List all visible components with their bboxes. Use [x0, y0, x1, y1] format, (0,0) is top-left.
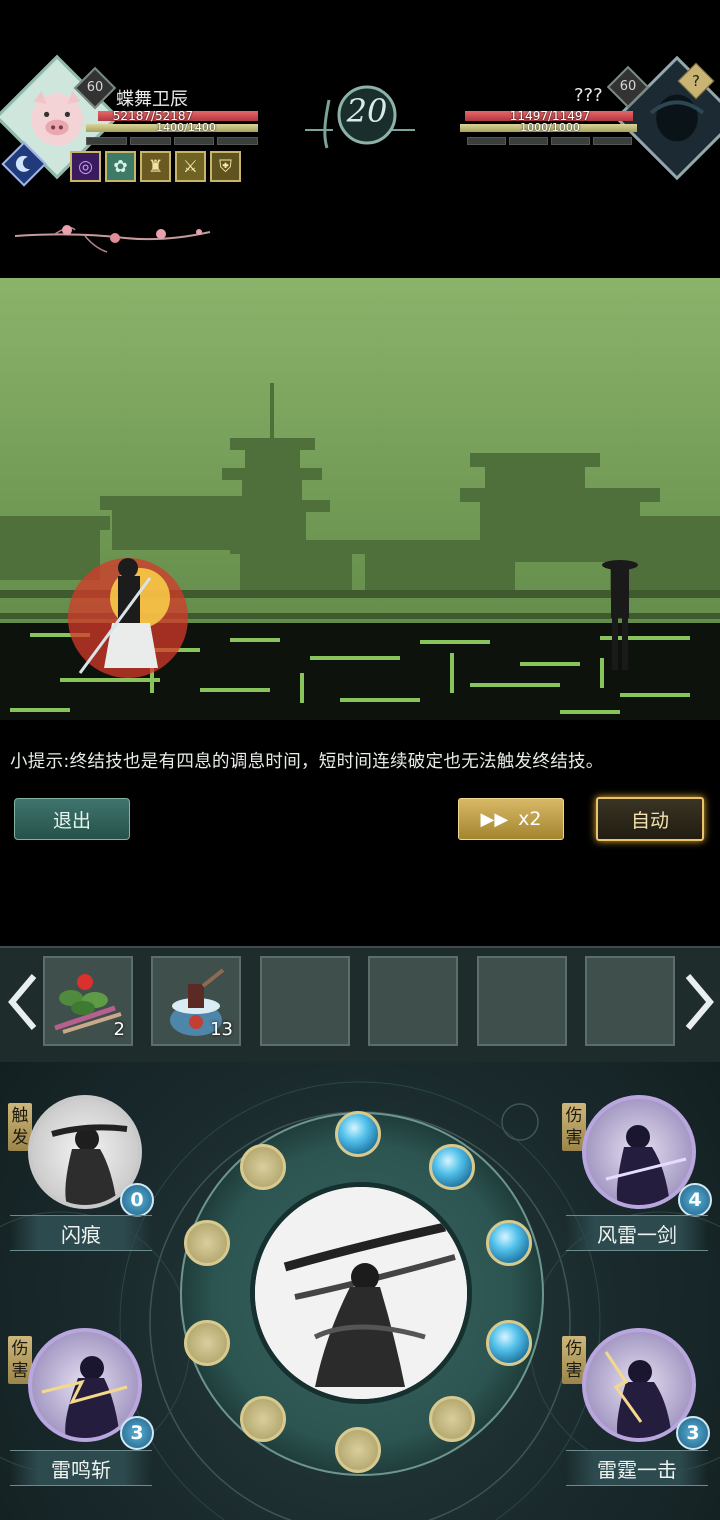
player-buffs: ◎ ✿ ♜ ⚔ ⛨ [70, 151, 241, 182]
lotus-icon[interactable]: ✿ [105, 151, 136, 182]
item-slot[interactable]: 13 [151, 956, 241, 1046]
shield-icon[interactable]: ⛨ [210, 151, 241, 182]
energy-orb-empty [429, 1396, 475, 1442]
skill-slot-bottom-right[interactable]: 伤害 3 雷霆一击 [560, 1328, 720, 1488]
figure-icon[interactable]: ♜ [140, 151, 171, 182]
item-count: 13 [210, 1019, 233, 1040]
player-hud: 60 蝶舞卫辰 52187/52187 1400/1400 ◎ ✿ ♜ ⚔ ⛨ [0, 54, 300, 190]
exit-button-label: 退出 [52, 809, 91, 832]
enemy-hp-text: 11497/11497 [509, 109, 591, 123]
item-count: 2 [113, 1019, 125, 1040]
energy-orb-empty [184, 1320, 230, 1366]
thunder-strike-icon [604, 1351, 672, 1438]
ink-swordsman-purple-icon [605, 1125, 687, 1205]
battle-tip: 小提示:终结技也是有四息的调息时间，短时间连续破定也无法触发终结技。 [10, 752, 604, 772]
fast-forward-icon: ▶▶ [480, 808, 509, 830]
round-number: 20 [346, 92, 388, 130]
ink-swordsman-icon [255, 1187, 467, 1399]
sword-icon[interactable]: ⚔ [175, 151, 206, 182]
energy-orb-empty [335, 1427, 381, 1473]
exit-button[interactable]: 退出 [14, 798, 130, 840]
skill-charge-count: 3 [676, 1416, 710, 1450]
player-break-bar [86, 137, 258, 145]
enemy-name: ??? [574, 85, 603, 106]
skill-name: 雷鸣斩 [10, 1450, 152, 1486]
battle-scene [0, 278, 720, 720]
ultimate-skill-button[interactable] [250, 1182, 472, 1404]
energy-orb-filled [429, 1144, 475, 1190]
player-name: 蝶舞卫辰 [116, 89, 188, 110]
skill-name: 风雷一剑 [566, 1215, 708, 1251]
player-hp-text: 52187/52187 [112, 109, 194, 123]
purple-swirl-icon[interactable]: ◎ [70, 151, 101, 182]
item-slot-empty[interactable] [368, 956, 458, 1046]
speed-button-label: x2 [518, 808, 542, 830]
speed-x2-button[interactable]: ▶▶ x2 [458, 798, 564, 840]
skill-name: 雷霆一击 [566, 1450, 708, 1486]
item-prev-arrow-icon[interactable] [6, 972, 40, 1032]
auto-button-label: 自动 [630, 809, 669, 832]
item-slot-empty[interactable] [477, 956, 567, 1046]
enemy-energy-text: 1000/1000 [520, 121, 580, 134]
skill-slot-top-left[interactable]: 触发 0 闪痕 [0, 1095, 160, 1255]
ink-warrior-icon [51, 1124, 128, 1205]
enemy-hud: 60 ? ??? 11497/11497 1000/1000 [455, 55, 720, 181]
plum-blossom-branch-icon [15, 225, 211, 253]
skill-slot-top-right[interactable]: 伤害 4 风雷一剑 [560, 1095, 720, 1255]
energy-orb-filled [335, 1111, 381, 1157]
player-energy-text: 1400/1400 [156, 121, 216, 134]
energy-orb-empty [240, 1396, 286, 1442]
item-next-arrow-icon[interactable] [682, 972, 716, 1032]
enemy-break-bar [467, 137, 632, 145]
energy-orb-empty [240, 1144, 286, 1190]
skill-charge-count: 4 [678, 1183, 712, 1217]
thunder-slash-icon [41, 1356, 128, 1438]
energy-orb-filled [486, 1320, 532, 1366]
skill-charge-count: 0 [120, 1183, 154, 1217]
skill-charge-count: 3 [120, 1416, 154, 1450]
skill-slot-bottom-left[interactable]: 伤害 3 雷鸣斩 [0, 1328, 160, 1488]
energy-orb-filled [486, 1220, 532, 1266]
item-slot-empty[interactable] [585, 956, 675, 1046]
skill-name: 闪痕 [10, 1215, 152, 1251]
item-slot-empty[interactable] [260, 956, 350, 1046]
energy-orb-empty [184, 1220, 230, 1266]
palace-silhouette-icon [0, 278, 720, 720]
round-counter: 20 [305, 80, 415, 150]
item-slot[interactable]: 2 [43, 956, 133, 1046]
auto-button[interactable]: 自动 [596, 797, 704, 841]
